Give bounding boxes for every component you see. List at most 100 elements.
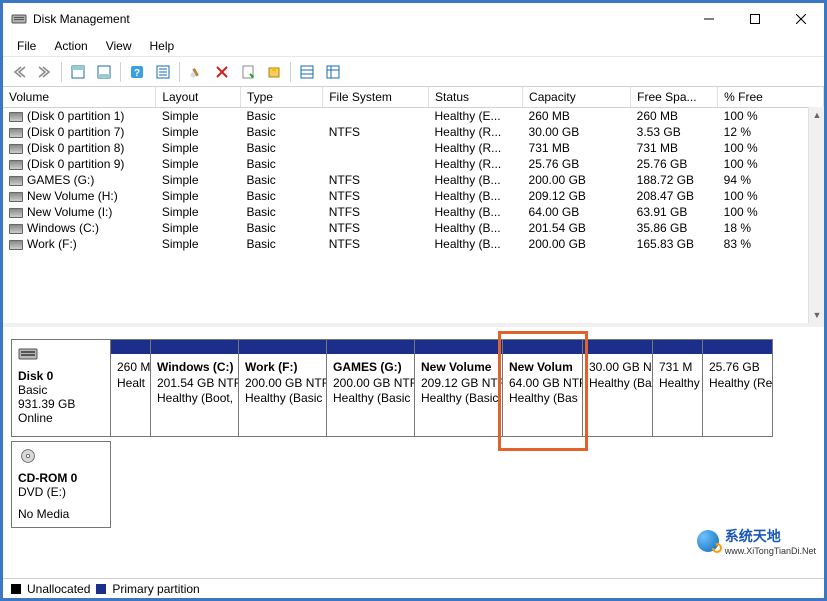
col-status[interactable]: Status [429,87,523,108]
cdrom-drive: DVD (E:) [18,485,104,499]
cdrom-title: CD-ROM 0 [18,471,104,485]
forward-button[interactable] [33,60,57,84]
vol-capacity: 209.12 GB [523,188,631,204]
graphical-view[interactable]: Disk 0 Basic 931.39 GB Online 260 MHealt… [3,327,824,578]
partition[interactable]: Work (F:)200.00 GB NTFHealthy (Basic [239,339,327,437]
detail-view-button[interactable] [321,60,345,84]
settings-button[interactable] [151,60,175,84]
disk-0-row[interactable]: Disk 0 Basic 931.39 GB Online 260 MHealt… [11,339,816,437]
table-row[interactable]: (Disk 0 partition 1)SimpleBasicHealthy (… [3,108,824,125]
col-capacity[interactable]: Capacity [523,87,631,108]
col-pct[interactable]: % Free [718,87,824,108]
partition-status: Healthy (Basic [421,391,496,407]
table-row[interactable]: GAMES (G:)SimpleBasicNTFSHealthy (B...20… [3,172,824,188]
new-button[interactable] [262,60,286,84]
list-view-button[interactable] [295,60,319,84]
vol-status: Healthy (R... [429,124,523,140]
col-layout[interactable]: Layout [156,87,241,108]
table-row[interactable]: New Volume (I:)SimpleBasicNTFSHealthy (B… [3,204,824,220]
titlebar[interactable]: Disk Management [3,3,824,35]
menu-help[interactable]: Help [142,37,183,55]
table-row[interactable]: New Volume (H:)SimpleBasicNTFSHealthy (B… [3,188,824,204]
vol-type: Basic [240,204,322,220]
delete-button[interactable] [210,60,234,84]
table-row[interactable]: (Disk 0 partition 8)SimpleBasicHealthy (… [3,140,824,156]
scroll-down-icon[interactable]: ▼ [809,307,824,323]
partition-size: 25.76 GB [709,360,766,376]
partition-strip [703,340,772,354]
vol-fs: NTFS [323,172,429,188]
vol-free: 165.83 GB [631,236,718,252]
partition-status: Healthy (Bas [509,391,576,407]
maximize-button[interactable] [732,4,778,34]
table-row[interactable]: (Disk 0 partition 9)SimpleBasicHealthy (… [3,156,824,172]
vol-name: GAMES (G:) [27,173,94,187]
partition-size: 30.00 GB NT [589,360,646,376]
column-headers[interactable]: Volume Layout Type File System Status Ca… [3,87,824,108]
disk-icon [18,346,38,362]
volume-icon [9,144,23,154]
help-button[interactable]: ? [125,60,149,84]
view-top-button[interactable] [66,60,90,84]
cdrom-header[interactable]: CD-ROM 0 DVD (E:) No Media [11,441,111,528]
col-volume[interactable]: Volume [3,87,156,108]
partition[interactable]: 731 MHealthy [653,339,703,437]
partition[interactable]: Windows (C:)201.54 GB NTFHealthy (Boot, [151,339,239,437]
vol-layout: Simple [156,124,241,140]
vertical-scrollbar[interactable]: ▲ ▼ [808,107,824,323]
globe-icon [697,530,719,552]
menu-file[interactable]: File [9,37,44,55]
partition[interactable]: GAMES (G:)200.00 GB NTFHealthy (Basic [327,339,415,437]
disk-0-header[interactable]: Disk 0 Basic 931.39 GB Online [11,339,111,437]
vol-type: Basic [240,220,322,236]
vol-free: 188.72 GB [631,172,718,188]
properties-button[interactable] [236,60,260,84]
table-row[interactable]: Windows (C:)SimpleBasicNTFSHealthy (B...… [3,220,824,236]
vol-fs: NTFS [323,204,429,220]
col-type[interactable]: Type [240,87,322,108]
vol-type: Basic [240,156,322,172]
table-row[interactable]: Work (F:)SimpleBasicNTFSHealthy (B...200… [3,236,824,252]
vol-capacity: 731 MB [523,140,631,156]
disk-state: Online [18,411,104,425]
primary-swatch [96,584,106,594]
vol-name: (Disk 0 partition 7) [27,125,124,139]
col-fs[interactable]: File System [323,87,429,108]
vol-status: Healthy (R... [429,156,523,172]
vol-fs [323,140,429,156]
partition-size: 201.54 GB NTF [157,376,232,392]
vol-fs: NTFS [323,124,429,140]
partition-size: 200.00 GB NTF [333,376,408,392]
refresh-button[interactable] [184,60,208,84]
cdrom-row[interactable]: CD-ROM 0 DVD (E:) No Media [11,441,816,528]
partition[interactable]: 25.76 GBHealthy (Rec [703,339,773,437]
table-row[interactable]: (Disk 0 partition 7)SimpleBasicNTFSHealt… [3,124,824,140]
scroll-up-icon[interactable]: ▲ [809,107,824,123]
menu-view[interactable]: View [98,37,140,55]
vol-name: Windows (C:) [27,221,99,235]
partition-name: Windows (C:) [157,360,232,376]
minimize-button[interactable] [686,4,732,34]
disk-size: 931.39 GB [18,397,104,411]
volume-icon [9,160,23,170]
vol-type: Basic [240,140,322,156]
partition-strip [503,340,582,354]
partition[interactable]: New Volume209.12 GB NTFHealthy (Basic [415,339,503,437]
vol-layout: Simple [156,220,241,236]
partition-name: Work (F:) [245,360,320,376]
vol-type: Basic [240,236,322,252]
menu-action[interactable]: Action [46,37,95,55]
vol-name: (Disk 0 partition 1) [27,109,124,123]
partition[interactable]: 30.00 GB NTHealthy (Ba [583,339,653,437]
back-button[interactable] [7,60,31,84]
volume-list[interactable]: Volume Layout Type File System Status Ca… [3,87,824,327]
col-free[interactable]: Free Spa... [631,87,718,108]
partition[interactable]: 260 MHealt [111,339,151,437]
partition-status: Healthy (Ba [589,376,646,392]
vol-name: New Volume (I:) [27,205,112,219]
close-button[interactable] [778,4,824,34]
partition[interactable]: New Volum64.00 GB NTFHealthy (Bas [503,339,583,437]
svg-text:?: ? [134,68,140,79]
view-bottom-button[interactable] [92,60,116,84]
partition-status: Healthy (Basic [333,391,408,407]
